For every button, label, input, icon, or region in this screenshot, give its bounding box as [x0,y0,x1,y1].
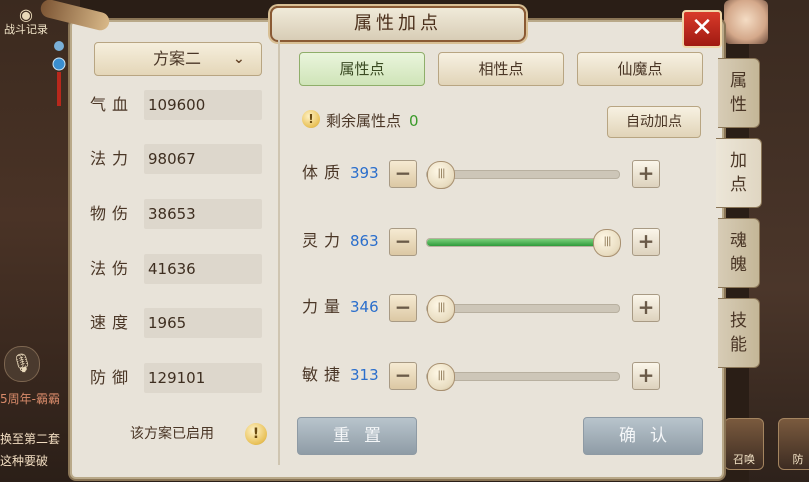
chevron-down-icon: ⌄ [233,51,245,67]
attribute-row-spirit: 灵力 863 − ||| + [300,226,660,257]
defend-icon[interactable]: 防 [778,418,809,470]
attribute-slider-handle[interactable]: ||| [427,295,455,323]
side-tab-skills[interactable]: 技能 [718,298,760,368]
plan-dropdown-value: 方案二 [153,49,202,68]
summon-label: 召唤 [733,453,755,466]
increase-button[interactable]: + [632,228,660,256]
stat-row-speed: 速度 1965 [90,308,262,338]
chat-line: 5周年-霸霸 [0,392,60,406]
plus-icon: + [637,229,655,253]
auto-allocate-button[interactable]: 自动加点 [607,106,701,138]
chat-line: 这种要破 [0,454,49,468]
plus-icon: + [637,295,655,319]
attribute-value: 346 [350,298,379,316]
player-avatar[interactable] [724,0,768,44]
attribute-slider-track[interactable]: ||| [426,295,620,323]
plan-dropdown[interactable]: 方案二 ⌄ [94,42,262,76]
attribute-label: 灵力 [302,231,347,250]
attribute-slider-track[interactable]: ||| [426,363,620,391]
info-warning-icon[interactable]: ! [245,423,267,445]
stat-value: 38653 [144,199,262,229]
attribute-row-agility: 敏捷 313 − ||| + [300,360,660,391]
minus-icon: − [394,161,412,185]
increase-button[interactable]: + [632,294,660,322]
stat-label: 法伤 [90,259,135,278]
decrease-button[interactable]: − [389,228,417,256]
increase-button[interactable]: + [632,362,660,390]
attribute-row-strength: 力量 346 − ||| + [300,292,660,323]
jade-charm-icon [52,41,66,106]
remaining-value: 0 [409,112,419,130]
stat-label: 法力 [90,149,135,168]
game-background-left [0,0,80,482]
remaining-points: 剩余属性点 0 [326,110,419,132]
side-tab-allocate[interactable]: 加点 [716,138,762,208]
summon-icon[interactable]: 召唤 [724,418,764,470]
stat-label: 气血 [90,95,135,114]
stat-value: 1965 [144,308,262,338]
close-button[interactable]: ✕ [682,10,722,48]
attribute-row-constitution: 体质 393 − ||| + [300,158,660,189]
stat-label: 速度 [90,313,135,332]
close-icon: ✕ [691,13,713,43]
confirm-button[interactable]: 确认 [583,417,703,455]
stat-row-defense: 防御 129101 [90,363,262,393]
minus-icon: − [394,295,412,319]
remaining-label: 剩余属性点 [326,112,402,130]
defend-label: 防 [792,453,804,466]
attribute-slider-fill [427,239,619,246]
side-tab-label: 魂魄 [730,231,747,275]
window-title: 属性加点 [270,6,526,42]
stat-value: 129101 [144,363,262,393]
attribute-value: 313 [350,366,379,384]
side-tab-attributes[interactable]: 属性 [718,58,760,128]
attribute-slider-handle[interactable]: ||| [427,363,455,391]
plus-icon: + [637,161,655,185]
stat-row-physical-damage: 物伤 38653 [90,199,262,229]
stat-row-hp: 气血 109600 [90,90,262,120]
chat-line: 换至第二套 [0,432,61,446]
microphone-icon[interactable]: 🎙 [4,346,40,382]
tab-affinity-points[interactable]: 相性点 [438,52,564,86]
stat-label: 防御 [90,368,135,387]
decrease-button[interactable]: − [389,294,417,322]
attribute-slider-handle[interactable]: ||| [427,161,455,189]
side-tab-label: 加点 [730,151,747,195]
attribute-label: 体质 [302,163,347,182]
stat-row-magic-damage: 法伤 41636 [90,254,262,284]
plan-status-text: 该方案已启用 [130,426,214,442]
battle-log-label: 战斗记录 [4,23,48,36]
attribute-value: 863 [350,232,379,250]
decrease-button[interactable]: − [389,362,417,390]
plus-icon: + [637,363,655,387]
stat-label: 物伤 [90,204,135,223]
tab-immortal-demon-points[interactable]: 仙魔点 [577,52,703,86]
attribute-value: 393 [350,164,379,182]
stat-value: 41636 [144,254,262,284]
minus-icon: − [394,229,412,253]
attribute-label: 力量 [302,297,347,316]
side-tab-label: 技能 [730,311,747,355]
tab-attribute-points[interactable]: 属性点 [299,52,425,86]
column-divider [278,40,280,465]
side-tab-soul[interactable]: 魂魄 [718,218,760,288]
info-warning-icon: ! [302,110,320,128]
stat-value: 98067 [144,144,262,174]
decrease-button[interactable]: − [389,160,417,188]
stat-value: 109600 [144,90,262,120]
stat-row-mana: 法力 98067 [90,144,262,174]
attribute-label: 敏捷 [302,365,347,384]
increase-button[interactable]: + [632,160,660,188]
attribute-slider-track[interactable]: ||| [426,161,620,189]
minus-icon: − [394,363,412,387]
reset-button[interactable]: 重置 [297,417,417,455]
side-tab-label: 属性 [730,71,747,115]
attribute-slider-handle[interactable]: ||| [593,229,621,257]
attribute-slider-track[interactable]: ||| [426,229,621,257]
